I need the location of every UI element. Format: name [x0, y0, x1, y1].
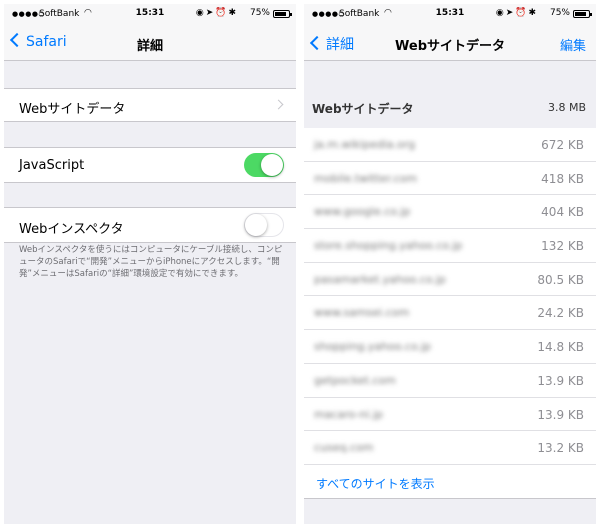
- site-size: 672 KB: [541, 138, 584, 152]
- total-size: 3.8 MB: [547, 101, 586, 114]
- site-size: 13.9 KB: [537, 373, 584, 388]
- site-size: 13.9 KB: [537, 407, 584, 422]
- site-size: 404 KB: [541, 205, 584, 220]
- site-row[interactable]: getpocket.com 13.9 KB: [304, 364, 596, 398]
- edit-button[interactable]: 編集: [560, 35, 586, 54]
- site-domain: www.google.co.jp: [314, 205, 411, 219]
- site-domain: macaro-ni.jp: [314, 407, 383, 421]
- site-row[interactable]: www.samsei.com 24.2 KB: [304, 296, 596, 331]
- site-row[interactable]: mobile.twitter.com 418 KB: [304, 162, 596, 196]
- javascript-toggle[interactable]: [244, 153, 284, 177]
- site-domain: shopping.yahoo.co.jp: [314, 340, 432, 354]
- site-size: 13.2 KB: [537, 441, 584, 456]
- site-domain: pasamarket.yahoo.co.jp: [314, 272, 446, 286]
- navigation-bar: 詳細 Webサイトデータ 編集: [304, 24, 596, 61]
- battery-icon: [273, 10, 292, 18]
- website-data-screen: ●●●●○ SoftBank ◠ 15:31 ◉➤⏰✱ 75% 詳細 Webサイ…: [304, 4, 596, 524]
- web-inspector-toggle[interactable]: [244, 213, 284, 237]
- status-bar: ●●●●○ SoftBank ◠ 15:31 ◉➤⏰✱ 75%: [4, 4, 296, 24]
- site-row[interactable]: macaro-ni.jp 13.9 KB: [304, 398, 596, 432]
- site-size: 14.8 KB: [537, 340, 584, 355]
- javascript-label: JavaScript: [19, 158, 85, 173]
- chevron-right-icon: [273, 99, 284, 110]
- web-inspector-row: Webインスペクタ: [4, 207, 296, 243]
- site-row[interactable]: cuseq.com 13.2 KB: [304, 431, 596, 465]
- group-label: Webサイトデータ: [312, 102, 414, 116]
- battery-icon: [573, 10, 592, 18]
- web-inspector-label: Webインスペクタ: [19, 222, 124, 237]
- website-data-summary: Webサイトデータ 3.8 MB: [304, 92, 596, 122]
- site-size: 132 KB: [541, 239, 584, 254]
- battery-percent: 75%: [549, 8, 570, 18]
- javascript-row: JavaScript: [4, 147, 296, 183]
- site-list: ja.m.wikipedia.org 672 KB mobile.twitter.…: [304, 128, 596, 499]
- website-data-label: Webサイトデータ: [19, 102, 126, 117]
- site-row[interactable]: www.google.co.jp 404 KB: [304, 195, 596, 230]
- website-data-row[interactable]: Webサイトデータ: [4, 88, 296, 122]
- battery-percent: 75%: [249, 8, 270, 18]
- status-icons: ◉➤⏰✱: [495, 8, 538, 18]
- site-domain: mobile.twitter.com: [314, 171, 418, 185]
- site-domain: getpocket.com: [314, 373, 396, 387]
- toggle-knob: [261, 154, 283, 176]
- site-row[interactable]: shopping.yahoo.co.jp 14.8 KB: [304, 330, 596, 364]
- site-size: 24.2 KB: [537, 306, 584, 321]
- show-all-sites-link[interactable]: すべてのサイトを表示: [316, 475, 435, 492]
- show-all-sites-row: すべてのサイトを表示: [304, 464, 596, 499]
- toggle-knob: [245, 214, 267, 236]
- site-domain: store.shopping.yahoo.co.jp: [314, 239, 463, 253]
- status-bar: ●●●●○ SoftBank ◠ 15:31 ◉➤⏰✱ 75%: [304, 4, 596, 24]
- navigation-bar: Safari 詳細: [4, 24, 296, 61]
- site-domain: cuseq.com: [314, 441, 374, 455]
- web-inspector-footnote: Webインスペクタを使うにはコンピュータにケーブル接続し、コンピュータのSafa…: [19, 245, 283, 279]
- site-domain: www.samsei.com: [314, 306, 410, 320]
- status-icons: ◉➤⏰✱: [195, 8, 238, 18]
- site-size: 80.5 KB: [537, 272, 584, 287]
- site-row[interactable]: store.shopping.yahoo.co.jp 132 KB: [304, 229, 596, 263]
- site-size: 418 KB: [541, 171, 584, 186]
- site-row[interactable]: pasamarket.yahoo.co.jp 80.5 KB: [304, 263, 596, 297]
- advanced-settings-screen: ●●●●○ SoftBank ◠ 15:31 ◉➤⏰✱ 75% Safari 詳…: [4, 4, 296, 524]
- site-domain: ja.m.wikipedia.org: [314, 138, 416, 151]
- site-row[interactable]: ja.m.wikipedia.org 672 KB: [304, 128, 596, 162]
- page-title: 詳細: [136, 39, 163, 54]
- page-title: Webサイトデータ: [395, 39, 505, 54]
